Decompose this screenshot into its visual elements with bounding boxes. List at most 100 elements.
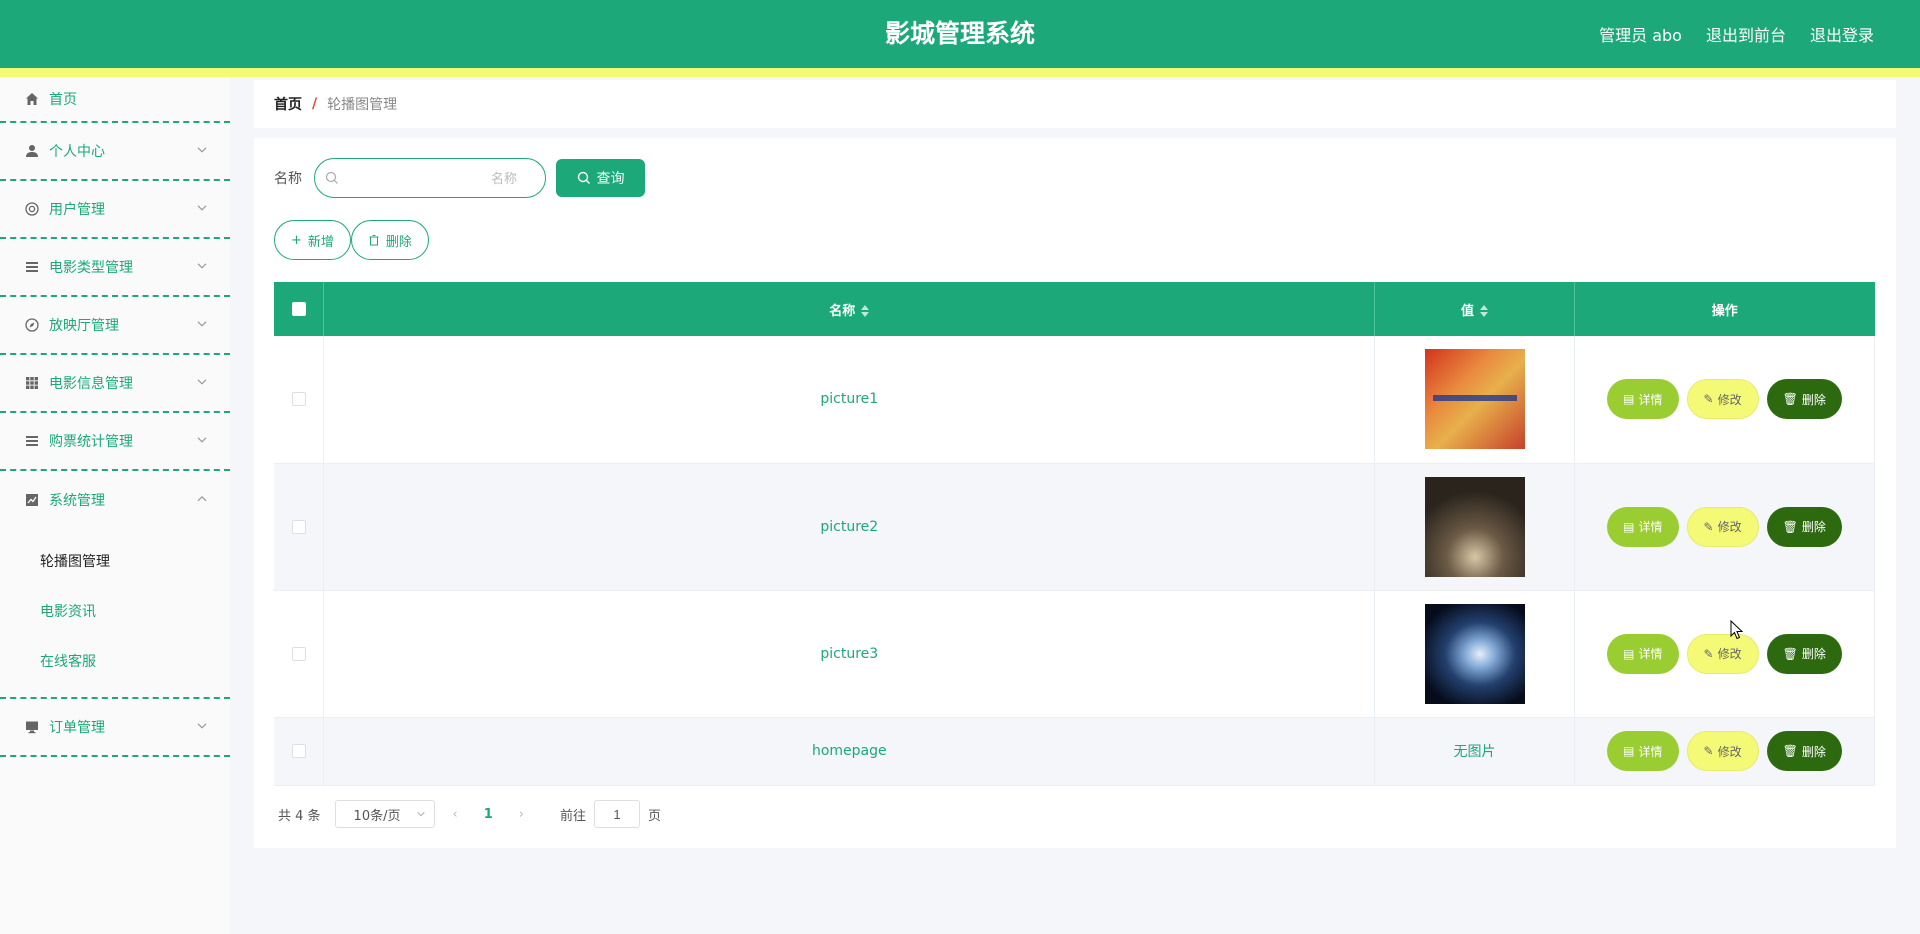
name-cell: homepage	[323, 717, 1376, 786]
value-column-header[interactable]: 值	[1374, 282, 1576, 336]
list-icon	[24, 259, 40, 275]
add-button[interactable]: + 新增	[274, 220, 351, 260]
table-row: homepage 无图片 ▤ 详情 ✎ 修改 🗑 删除	[274, 717, 1875, 786]
detail-button[interactable]: ▤ 详情	[1607, 379, 1679, 420]
delete-button[interactable]: 🗑 删除	[1766, 731, 1842, 771]
page-number[interactable]: 1	[484, 807, 493, 822]
plus-icon: +	[291, 232, 302, 248]
carousel-image[interactable]	[1424, 476, 1525, 577]
chevron-down-icon	[197, 205, 207, 211]
sidebar-item-movie-type-management[interactable]: 电影类型管理	[0, 239, 230, 297]
detail-label: 详情	[1638, 744, 1663, 759]
carousel-image[interactable]	[1424, 349, 1525, 450]
page-suffix: 页	[648, 808, 662, 824]
table-row: picture3 ▤ 详情 ✎ 修改 🗑 删除	[274, 590, 1875, 718]
carousel-image[interactable]	[1424, 603, 1525, 704]
document-icon: ▤	[1623, 646, 1635, 661]
trash-icon	[369, 235, 379, 246]
sidebar-subitem-carousel-management[interactable]: 轮播图管理	[0, 537, 230, 587]
ops-header-label: 操作	[1711, 303, 1738, 319]
chevron-down-icon	[197, 379, 207, 385]
name-column-header[interactable]: 名称	[323, 282, 1376, 336]
trash-icon: 🗑	[1782, 392, 1798, 407]
compass-icon	[24, 317, 40, 333]
document-icon: ▤	[1623, 519, 1635, 534]
logout-link[interactable]: 退出登录	[1810, 22, 1874, 46]
select-all-checkbox[interactable]	[291, 302, 306, 316]
sidebar-item-user-management[interactable]: 用户管理	[0, 181, 230, 239]
row-select-cell	[274, 336, 325, 464]
mouse-cursor-icon	[1730, 620, 1744, 640]
search-icon	[577, 171, 590, 184]
sidebar: 首页 个人中心 用户管理 电影类型管理 放映厅管理 电影信息管理 购票统计管理 …	[0, 77, 230, 934]
goto-page-input[interactable]	[594, 800, 641, 828]
sidebar-subitem-movie-news[interactable]: 电影资讯	[0, 587, 230, 637]
prev-page-icon[interactable]: ‹	[453, 807, 458, 822]
trash-icon: 🗑	[1782, 519, 1798, 534]
chevron-down-icon	[197, 723, 207, 729]
edit-button[interactable]: ✎ 修改	[1686, 379, 1759, 420]
next-page-icon[interactable]: ›	[519, 807, 524, 822]
name-cell: picture3	[323, 590, 1376, 718]
row-checkbox[interactable]	[291, 744, 306, 758]
breadcrumb-home[interactable]: 首页	[274, 94, 302, 114]
row-checkbox[interactable]	[291, 646, 306, 661]
edit-label: 修改	[1717, 647, 1742, 661]
monitor-icon	[24, 719, 40, 735]
delete-label: 删除	[1801, 392, 1826, 407]
sidebar-item-label: 订单管理	[49, 720, 105, 736]
chevron-down-icon	[197, 437, 207, 443]
batch-delete-button[interactable]: 删除	[350, 220, 429, 260]
pagination: 共 4 条 10条/页 ‹ 1 › 前往 页	[278, 800, 661, 828]
page-size-select[interactable]: 10条/页	[334, 800, 435, 828]
chevron-down-icon	[197, 321, 207, 327]
delete-button[interactable]: 🗑 删除	[1766, 633, 1842, 674]
detail-label: 详情	[1638, 520, 1663, 534]
delete-label: 删除	[1801, 647, 1826, 661]
sidebar-item-label: 首页	[49, 92, 77, 108]
row-checkbox[interactable]	[291, 519, 306, 534]
chevron-down-icon	[416, 811, 425, 817]
detail-button[interactable]: ▤ 详情	[1607, 633, 1679, 674]
sort-icon[interactable]	[861, 305, 870, 317]
sidebar-item-system-management[interactable]: 系统管理	[0, 471, 230, 529]
pencil-icon: ✎	[1703, 519, 1714, 534]
delete-button[interactable]: 🗑 删除	[1766, 506, 1842, 547]
edit-button[interactable]: ✎ 修改	[1686, 633, 1759, 674]
value-cell: 无图片	[1374, 717, 1576, 786]
sidebar-item-ticket-stats-management[interactable]: 购票统计管理	[0, 413, 230, 471]
name-cell: picture2	[323, 463, 1376, 591]
ops-cell: ▤ 详情 ✎ 修改 🗑 删除	[1574, 717, 1875, 786]
header-stripe	[0, 68, 1920, 77]
goto-label: 前往	[560, 808, 587, 824]
sidebar-item-movie-info-management[interactable]: 电影信息管理	[0, 355, 230, 413]
search-input[interactable]	[345, 170, 535, 186]
exit-to-front-link[interactable]: 退出到前台	[1706, 22, 1786, 46]
detail-button[interactable]: ▤ 详情	[1607, 731, 1679, 771]
current-user-label: 管理员 abo	[1599, 26, 1682, 45]
delete-button[interactable]: 🗑 删除	[1766, 379, 1842, 420]
sidebar-item-order-management[interactable]: 订单管理	[0, 699, 230, 757]
query-button[interactable]: 查询	[556, 159, 645, 197]
trash-icon: 🗑	[1782, 646, 1798, 661]
sidebar-item-label: 电影类型管理	[49, 260, 133, 276]
detail-label: 详情	[1638, 647, 1663, 661]
lifebuoy-icon	[24, 201, 40, 217]
edit-button[interactable]: ✎ 修改	[1686, 506, 1759, 547]
sidebar-item-hall-management[interactable]: 放映厅管理	[0, 297, 230, 355]
chevron-down-icon	[197, 147, 207, 153]
row-checkbox[interactable]	[291, 392, 306, 407]
sidebar-item-home[interactable]: 首页	[0, 77, 230, 123]
grid-icon	[24, 375, 40, 391]
sort-icon[interactable]	[1480, 305, 1489, 317]
value-cell	[1374, 336, 1576, 464]
name-cell: picture1	[323, 336, 1376, 464]
trash-icon: 🗑	[1782, 744, 1798, 758]
header-actions: 管理员 abo 退出到前台 退出登录	[1599, 0, 1874, 68]
sidebar-subitem-online-service[interactable]: 在线客服	[0, 637, 230, 687]
sidebar-item-personal-center[interactable]: 个人中心	[0, 123, 230, 181]
detail-button[interactable]: ▤ 详情	[1607, 506, 1679, 547]
document-icon: ▤	[1623, 744, 1635, 758]
edit-button[interactable]: ✎ 修改	[1686, 731, 1759, 771]
home-icon	[24, 91, 40, 107]
